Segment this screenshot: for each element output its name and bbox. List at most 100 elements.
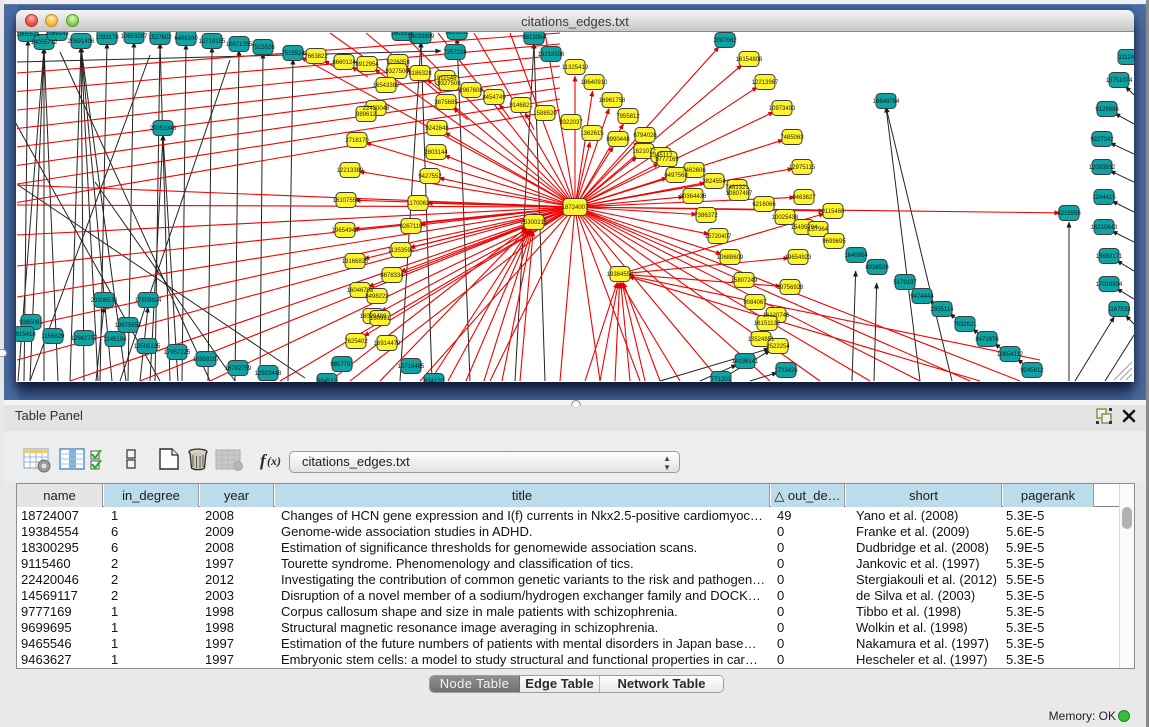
svg-text:9129996: 9129996 xyxy=(1095,107,1119,113)
svg-text:15807249: 15807249 xyxy=(731,278,758,284)
svg-text:9385061: 9385061 xyxy=(19,320,43,326)
svg-text:9463627: 9463627 xyxy=(792,195,816,201)
svg-text:834120: 834120 xyxy=(424,379,445,382)
svg-text:3824554: 3824554 xyxy=(702,179,726,185)
svg-text:16648784: 16648784 xyxy=(873,99,900,105)
svg-text:15692171: 15692171 xyxy=(1096,254,1123,260)
svg-text:19654943: 19654943 xyxy=(332,228,359,234)
svg-text:2967608: 2967608 xyxy=(459,88,483,94)
svg-text:7515524: 7515524 xyxy=(281,51,305,57)
svg-text:8186328: 8186328 xyxy=(408,71,432,77)
svg-text:1733426: 1733426 xyxy=(774,368,798,374)
svg-text:8660124: 8660124 xyxy=(332,60,356,66)
svg-text:16961758: 16961758 xyxy=(599,98,626,104)
svg-text:13524851: 13524851 xyxy=(748,337,775,343)
svg-text:12213389: 12213389 xyxy=(337,168,364,174)
svg-text:1145194: 1145194 xyxy=(104,337,128,343)
svg-text:16543382: 16543382 xyxy=(373,83,400,89)
svg-text:5226058: 5226058 xyxy=(386,60,410,66)
svg-text:12505135: 12505135 xyxy=(134,344,161,350)
svg-text:10958107: 10958107 xyxy=(193,357,220,363)
svg-text:15716485: 15716485 xyxy=(398,364,425,370)
svg-text:11353594: 11353594 xyxy=(388,248,415,254)
svg-text:8912954: 8912954 xyxy=(355,62,379,68)
svg-text:9146821: 9146821 xyxy=(509,103,533,109)
svg-text:8471676: 8471676 xyxy=(975,337,999,343)
svg-text:17016504: 17016504 xyxy=(1096,282,1123,288)
svg-text:14136141: 14136141 xyxy=(732,359,759,365)
svg-text:9857791: 9857791 xyxy=(330,362,354,368)
svg-text:19756928: 19756928 xyxy=(777,285,804,291)
svg-text:12942757: 12942757 xyxy=(71,336,98,342)
svg-text:15720407: 15720407 xyxy=(705,234,732,240)
svg-text:12213967: 12213967 xyxy=(752,80,779,86)
svg-text:9322037: 9322037 xyxy=(559,120,583,126)
svg-text:18640910: 18640910 xyxy=(581,80,608,86)
svg-text:9115460: 9115460 xyxy=(822,209,846,215)
svg-text:157964: 157964 xyxy=(808,227,829,233)
svg-text:10025438: 10025438 xyxy=(772,215,799,221)
svg-text:6794028: 6794028 xyxy=(633,133,657,139)
svg-text:1093176: 1093176 xyxy=(95,35,119,41)
svg-text:771201: 771201 xyxy=(711,377,732,382)
svg-text:10807487: 10807487 xyxy=(726,191,753,197)
svg-text:160991: 160991 xyxy=(370,316,391,322)
svg-text:3915418: 3915418 xyxy=(16,332,36,338)
svg-text:1905571: 1905571 xyxy=(16,32,40,38)
svg-text:8498222: 8498222 xyxy=(365,294,389,300)
svg-text:9427552: 9427552 xyxy=(418,174,442,180)
svg-text:8990448: 8990448 xyxy=(606,137,630,143)
svg-text:9242848: 9242848 xyxy=(425,126,449,132)
svg-text:13751074: 13751074 xyxy=(1106,78,1133,84)
svg-text:8678334: 8678334 xyxy=(380,273,404,279)
svg-text:7632621: 7632621 xyxy=(953,322,977,328)
svg-text:10719155: 10719155 xyxy=(199,39,226,45)
svg-text:18724007: 18724007 xyxy=(562,205,589,211)
svg-text:964512: 964512 xyxy=(317,379,338,382)
svg-text:9084067: 9084067 xyxy=(743,300,767,306)
svg-text:16154808: 16154808 xyxy=(736,57,763,63)
svg-text:1527602: 1527602 xyxy=(148,35,172,41)
svg-text:12975115: 12975115 xyxy=(789,165,816,171)
svg-text:8813051: 8813051 xyxy=(445,32,469,36)
svg-text:20053346: 20053346 xyxy=(150,126,177,132)
svg-text:7515526: 7515526 xyxy=(251,45,275,51)
svg-text:989612: 989612 xyxy=(356,112,377,118)
svg-text:5179197: 5179197 xyxy=(893,280,917,286)
svg-text:2522254: 2522254 xyxy=(766,344,790,350)
svg-text:16120746: 16120746 xyxy=(763,313,790,319)
svg-text:8813054: 8813054 xyxy=(522,35,546,41)
svg-text:1156829: 1156829 xyxy=(42,334,66,340)
svg-text:6466160: 6466160 xyxy=(174,36,198,42)
svg-text:7625402: 7625402 xyxy=(344,339,368,345)
svg-text:7386372: 7386372 xyxy=(694,213,718,219)
svg-text:1588520: 1588520 xyxy=(533,111,557,117)
svg-text:1167533: 1167533 xyxy=(1108,307,1132,313)
svg-text:17859924: 17859924 xyxy=(135,298,162,304)
svg-text:19166825: 19166825 xyxy=(342,259,369,265)
svg-text:16033809: 16033809 xyxy=(408,34,435,40)
svg-text:12923448: 12923448 xyxy=(255,371,282,377)
svg-text:9777169: 9777169 xyxy=(655,157,679,163)
svg-text:20364436: 20364436 xyxy=(680,194,707,200)
svg-text:16107554: 16107554 xyxy=(333,198,360,204)
svg-text:3215958: 3215958 xyxy=(1057,211,1081,217)
svg-text:2089143: 2089143 xyxy=(45,32,69,37)
svg-text:16210643: 16210643 xyxy=(1091,225,1118,231)
svg-text:20206576: 20206576 xyxy=(91,298,118,304)
svg-text:20691406: 20691406 xyxy=(68,39,95,45)
svg-text:6497568: 6497568 xyxy=(664,173,688,179)
svg-text:9245612: 9245612 xyxy=(1020,368,1044,374)
svg-text:7955812: 7955812 xyxy=(616,114,640,120)
svg-text:10973493: 10973493 xyxy=(769,106,796,112)
svg-text:1640954: 1640954 xyxy=(844,253,868,259)
svg-text:19975857: 19975857 xyxy=(115,323,142,329)
svg-text:16914479: 16914479 xyxy=(374,341,401,347)
svg-text:9474444: 9474444 xyxy=(910,294,934,300)
svg-text:9327508: 9327508 xyxy=(437,81,461,87)
svg-text:19384554: 19384554 xyxy=(607,272,634,278)
svg-text:25300215: 25300215 xyxy=(521,220,548,226)
svg-text:19218506: 19218506 xyxy=(538,52,565,58)
svg-text:16151132: 16151132 xyxy=(754,321,781,327)
svg-text:1244415: 1244415 xyxy=(1092,195,1116,201)
